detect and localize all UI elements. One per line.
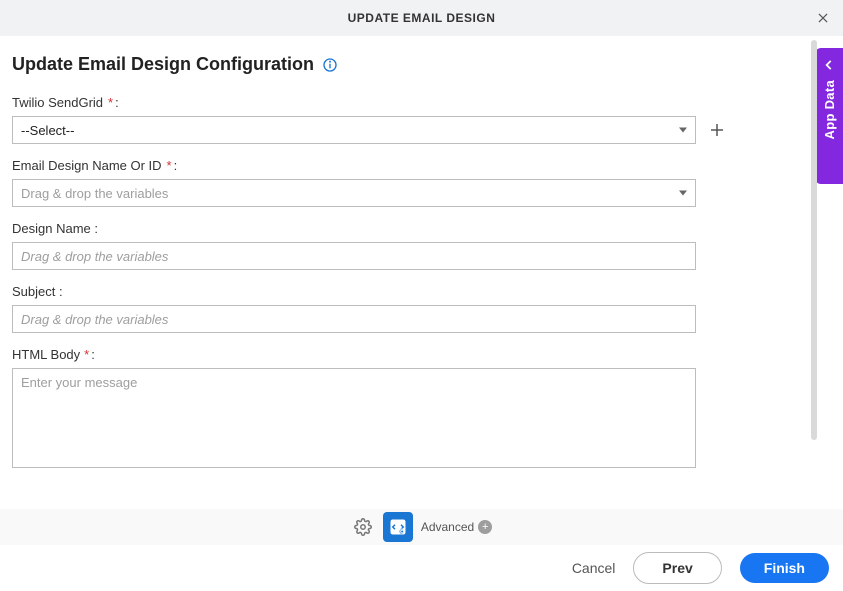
design-id-select[interactable]: Drag & drop the variables	[12, 179, 696, 207]
info-icon[interactable]	[322, 57, 338, 73]
titlebar: UPDATE EMAIL DESIGN	[0, 0, 843, 36]
field-subject: Subject :	[12, 284, 831, 333]
field-twilio-sendgrid: Twilio SendGrid *: --Select--	[12, 95, 831, 144]
page-title: Update Email Design Configuration	[12, 54, 314, 75]
modal-title: UPDATE EMAIL DESIGN	[348, 11, 496, 25]
html-body-textarea[interactable]	[12, 368, 696, 468]
script-editor-button[interactable]	[383, 512, 413, 542]
sendgrid-select-value: --Select--	[21, 123, 74, 138]
wizard-buttons: Cancel Prev Finish	[0, 545, 843, 591]
settings-button[interactable]	[351, 515, 375, 539]
sendgrid-select[interactable]: --Select--	[12, 116, 696, 144]
chevron-down-icon	[679, 128, 687, 133]
form-content: Update Email Design Configuration Twilio…	[0, 36, 843, 509]
design-name-input[interactable]	[12, 242, 696, 270]
required-marker: *	[84, 347, 89, 362]
chevron-down-icon	[679, 191, 687, 196]
finish-button[interactable]: Finish	[740, 553, 829, 583]
label-design-name: Design Name :	[12, 221, 831, 236]
field-design-id: Email Design Name Or ID * : Drag & drop …	[12, 158, 831, 207]
design-id-placeholder: Drag & drop the variables	[21, 186, 168, 201]
prev-button[interactable]: Prev	[633, 552, 721, 584]
footer-toolbar: Advanced +	[0, 509, 843, 545]
subject-input[interactable]	[12, 305, 696, 333]
close-icon[interactable]	[813, 8, 833, 28]
plus-circle-icon: +	[478, 520, 492, 534]
vertical-scrollbar[interactable]	[811, 40, 817, 440]
label-design-id: Email Design Name Or ID * :	[12, 158, 831, 173]
field-design-name: Design Name :	[12, 221, 831, 270]
required-marker: *	[167, 158, 172, 173]
label-subject: Subject :	[12, 284, 831, 299]
required-marker: *	[108, 95, 113, 110]
advanced-label-text: Advanced	[421, 520, 474, 534]
add-connection-button[interactable]	[706, 119, 728, 141]
advanced-toggle[interactable]: Advanced +	[421, 520, 492, 534]
cancel-button[interactable]: Cancel	[572, 560, 616, 576]
label-twilio-sendgrid: Twilio SendGrid *:	[12, 95, 831, 110]
field-html-body: HTML Body *:	[12, 347, 831, 468]
label-html-body: HTML Body *:	[12, 347, 831, 362]
section-heading: Update Email Design Configuration	[12, 54, 831, 75]
